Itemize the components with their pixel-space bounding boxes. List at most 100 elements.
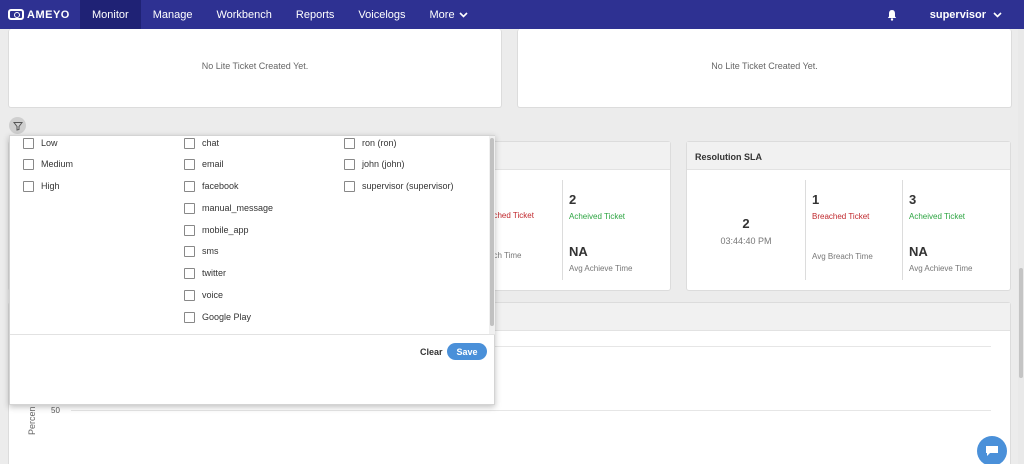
chat-button[interactable] <box>977 436 1007 464</box>
nav-right: supervisor <box>886 0 1024 29</box>
nav-reports[interactable]: Reports <box>284 0 347 29</box>
avg-achieve-label: Avg Achieve Time <box>909 264 973 273</box>
lite-ticket-panel-right: No Lite Ticket Created Yet. <box>517 29 1012 108</box>
nav-more[interactable]: More <box>418 0 480 29</box>
page-scrollbar-track[interactable] <box>1018 29 1024 464</box>
divider <box>562 180 563 280</box>
lite-ticket-panel-left: No Lite Ticket Created Yet. <box>8 29 502 108</box>
filter-option[interactable]: sms <box>184 244 219 258</box>
nav-voicelogs-label: Voicelogs <box>358 8 406 21</box>
option-label: twitter <box>202 268 227 278</box>
option-label: chat <box>202 138 220 148</box>
user-name: supervisor <box>929 8 986 21</box>
checkbox[interactable] <box>23 158 34 170</box>
checkbox[interactable] <box>184 137 195 149</box>
breached-stat: 1 Breached Ticket <box>812 192 869 221</box>
option-label: john (john) <box>362 159 405 169</box>
nav-workbench-label: Workbench <box>216 8 272 21</box>
filter-option[interactable]: voice <box>184 288 223 302</box>
ameyo-logo[interactable]: AMEYO <box>0 0 80 29</box>
nav-workbench[interactable]: Workbench <box>204 0 283 29</box>
filter-icon <box>12 121 23 131</box>
nav-reports-label: Reports <box>295 8 335 21</box>
filter-option[interactable]: High <box>23 179 60 193</box>
option-label: Low <box>41 138 58 148</box>
clear-button[interactable]: Clear <box>420 347 443 357</box>
top-nav: AMEYO Monitor Manage Workbench Reports V… <box>0 0 1024 29</box>
option-label: email <box>202 159 224 169</box>
option-label: mobile_app <box>202 225 249 235</box>
avg-achieve-value: NA <box>569 244 588 259</box>
filter-option[interactable]: chat <box>184 136 219 150</box>
filter-button[interactable] <box>9 117 26 134</box>
breached-stat: ached Ticket <box>489 206 534 220</box>
nav-more-label: More <box>429 8 455 21</box>
checkbox[interactable] <box>184 158 195 170</box>
chat-icon <box>986 446 998 456</box>
total-value: 2 <box>742 216 750 231</box>
nav-manage-label: Manage <box>152 8 193 21</box>
filter-option[interactable]: manual_message <box>184 201 273 215</box>
filter-option[interactable]: Google Play <box>184 310 251 324</box>
nav-manage[interactable]: Manage <box>141 0 205 29</box>
page-scrollbar-thumb[interactable] <box>1019 268 1023 378</box>
filter-option[interactable]: mobile_app <box>184 223 249 237</box>
achieved-stat: 3 Acheived Ticket <box>909 192 965 221</box>
filter-dialog: Low Medium High chat email facebook manu… <box>9 135 495 405</box>
filter-option[interactable]: email <box>184 157 224 171</box>
checkbox[interactable] <box>184 311 195 323</box>
nav-voicelogs[interactable]: Voicelogs <box>346 0 417 29</box>
option-label: Google Play <box>202 312 252 322</box>
option-label: supervisor (supervisor) <box>362 181 454 191</box>
divider <box>10 334 495 335</box>
achieved-value: 2 <box>569 192 577 207</box>
checkbox[interactable] <box>184 180 195 192</box>
checkbox[interactable] <box>23 137 34 149</box>
checkbox[interactable] <box>184 289 195 301</box>
avg-achieve-value: NA <box>909 244 928 259</box>
achieved-label: Acheived Ticket <box>909 212 966 221</box>
filter-option[interactable]: ron (ron) <box>344 136 397 150</box>
breached-label: Breached Ticket <box>812 212 870 221</box>
dialog-scrollbar-thumb[interactable] <box>490 138 494 326</box>
nav-monitor[interactable]: Monitor <box>80 0 141 29</box>
avg-breach-label: Avg Breach Time <box>812 252 873 261</box>
logo-icon <box>8 9 24 20</box>
breached-value: 1 <box>812 192 820 207</box>
checkbox[interactable] <box>344 158 355 170</box>
filter-option[interactable]: facebook <box>184 179 239 193</box>
y-tick: 50 <box>51 406 60 415</box>
notification-bell-icon[interactable] <box>886 9 898 21</box>
filter-option[interactable]: john (john) <box>344 157 405 171</box>
checkbox[interactable] <box>23 180 34 192</box>
chevron-down-icon <box>993 11 1002 18</box>
filter-option[interactable]: supervisor (supervisor) <box>344 179 454 193</box>
save-button[interactable]: Save <box>447 343 487 360</box>
option-label: sms <box>202 246 219 256</box>
avg-breach-stat: Avg Breach Time <box>812 247 873 261</box>
checkbox[interactable] <box>184 245 195 257</box>
filter-option[interactable]: Medium <box>23 157 73 171</box>
option-label: ron (ron) <box>362 138 397 148</box>
checkbox[interactable] <box>344 180 355 192</box>
checkbox[interactable] <box>184 267 195 279</box>
divider <box>805 180 806 280</box>
avg-achieve-stat: NA Avg Achieve Time <box>569 244 632 273</box>
checkbox[interactable] <box>184 202 195 214</box>
user-menu[interactable]: supervisor <box>930 9 1002 21</box>
option-label: manual_message <box>202 203 274 213</box>
divider <box>902 180 903 280</box>
grid-line <box>71 410 991 411</box>
avg-achieve-stat: NA Avg Achieve Time <box>909 244 972 273</box>
logo-text: AMEYO <box>27 8 70 21</box>
checkbox[interactable] <box>344 137 355 149</box>
avg-achieve-label: Avg Achieve Time <box>569 264 633 273</box>
option-label: Medium <box>41 159 74 169</box>
breached-label: ached Ticket <box>489 211 534 220</box>
option-label: facebook <box>202 181 239 191</box>
checkbox[interactable] <box>184 224 195 236</box>
empty-message: No Lite Ticket Created Yet. <box>201 61 309 71</box>
filter-option[interactable]: Low <box>23 136 58 150</box>
total-stat: 2 03:44:40 PM <box>687 216 805 246</box>
filter-option[interactable]: twitter <box>184 266 226 280</box>
